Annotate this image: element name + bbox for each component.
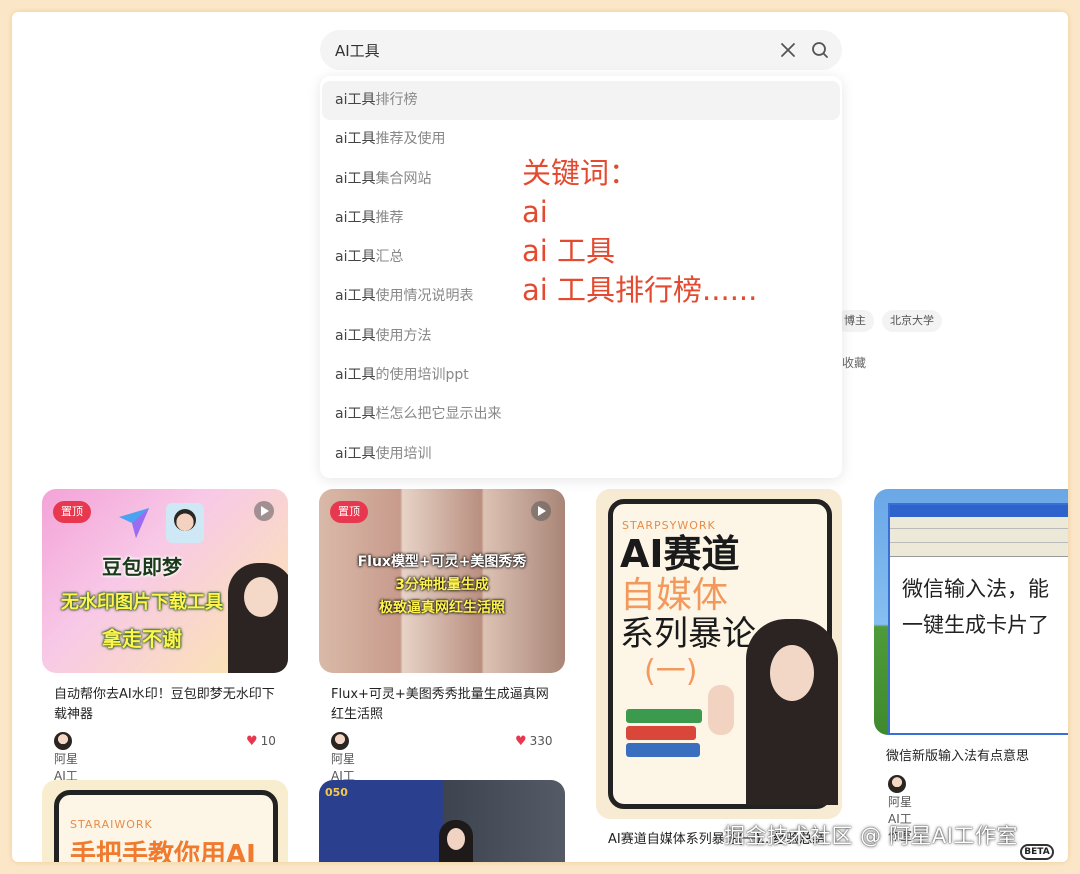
- suggestion-rest: 推荐及使用: [375, 131, 446, 148]
- cover-text: 无水印图片下载工具: [61, 592, 223, 613]
- favorites-label[interactable]: 收藏: [842, 354, 866, 371]
- annotation-line: ai 工具: [522, 234, 616, 268]
- cover-text: 050: [325, 786, 348, 799]
- suggestion-prefix: ai工具: [335, 288, 376, 305]
- like-count[interactable]: ♥ 10: [246, 734, 276, 749]
- suggestion-rest: 集合网站: [375, 170, 432, 187]
- avatar-sticker: [166, 503, 204, 543]
- person-photo: [439, 820, 473, 862]
- suggestion-item[interactable]: ai工具排行榜: [322, 81, 840, 121]
- video-icon: [254, 501, 274, 521]
- suggestion-rest: 汇总: [375, 249, 404, 266]
- suggestion-prefix: ai工具: [335, 367, 376, 384]
- beta-badge: BETA: [1020, 844, 1054, 860]
- search-input[interactable]: AI工具: [320, 30, 842, 70]
- person-photo: [228, 563, 288, 673]
- suggestion-prefix: ai工具: [335, 327, 376, 344]
- cover-text: STARAIWORK: [70, 818, 153, 831]
- close-icon[interactable]: [778, 40, 798, 60]
- card-cover[interactable]: 050: [319, 780, 565, 862]
- cover-text: 3分钟批量生成: [395, 577, 489, 593]
- cover-text: Flux模型+可灵+美图秀秀: [357, 554, 527, 570]
- suggestion-item[interactable]: ai工具的使用培训ppt: [322, 356, 840, 395]
- suggestion-prefix: ai工具: [335, 406, 376, 423]
- search-query[interactable]: AI工具: [335, 40, 380, 61]
- annotation-line: ai: [522, 195, 548, 229]
- cover-text: 手把手教你用AI: [70, 840, 256, 862]
- suggestion-rest: 排行榜: [375, 92, 418, 108]
- heart-icon: ♥: [246, 734, 258, 749]
- cover-text: (一): [644, 654, 698, 689]
- suggestion-rest: 栏怎么把它显示出来: [375, 406, 502, 423]
- tag-peking-university[interactable]: 北京大学: [882, 310, 942, 332]
- cover-text: 极致逼真网红生活照: [379, 600, 505, 616]
- card-cover[interactable]: 微信输入法，能 一键生成卡片了: [874, 489, 1068, 735]
- like-count[interactable]: ♥ 330: [515, 734, 553, 749]
- card-cover[interactable]: STARPSYWORK AI赛道 自媒体 系列暴论 (一): [596, 489, 842, 819]
- card-cover[interactable]: 置顶 Flux模型+可灵+美图秀秀 3分钟批量生成 极致逼真网红生活照: [319, 489, 565, 673]
- likes-value: 10: [260, 734, 276, 748]
- pinned-badge: 置顶: [53, 501, 91, 523]
- video-icon: [531, 501, 551, 521]
- suggestion-prefix: ai工具: [335, 131, 376, 148]
- cover-text: 微信输入法，能: [902, 577, 1049, 601]
- cover-text: 拿走不谢: [102, 627, 182, 651]
- suggestion-rest: 使用培训: [375, 445, 432, 462]
- suggestion-item[interactable]: ai工具使用培训: [322, 435, 840, 474]
- suggestion-item[interactable]: ai工具栏怎么把它显示出来: [322, 395, 840, 434]
- avatar: [888, 775, 906, 793]
- search-icon[interactable]: [810, 40, 830, 60]
- books-illustration: [626, 709, 702, 761]
- app-logo-icon: [119, 508, 149, 538]
- card-cover[interactable]: 置顶 豆包即梦 无水印图片下载工具 拿走不谢: [42, 489, 288, 673]
- suggestion-prefix: ai工具: [335, 170, 376, 187]
- suggestion-rest: 推荐: [375, 209, 404, 226]
- avatar: [54, 732, 72, 750]
- card-title[interactable]: 微信新版输入法有点意思: [886, 747, 1066, 767]
- suggestion-prefix: ai工具: [335, 92, 376, 108]
- pinned-badge: 置顶: [330, 501, 368, 523]
- window-screenshot: 微信输入法，能 一键生成卡片了: [888, 503, 1068, 735]
- cover-text: 一键生成卡片了: [902, 613, 1049, 637]
- page-frame: AI工具 博主 北京大学 收藏 置顶 豆包即梦 无水印图片下载工具 拿走不谢 自…: [12, 12, 1068, 862]
- keyword-annotation: 关键词： ai ai 工具 ai 工具排行榜......: [508, 148, 770, 320]
- card-title[interactable]: 自动帮你去AI水印！豆包即梦无水印下载神器: [54, 685, 284, 725]
- cover-text: 豆包即梦: [102, 555, 182, 579]
- suggestion-rest: 的使用培训ppt: [375, 367, 469, 384]
- suggestion-prefix: ai工具: [335, 209, 376, 226]
- card-title[interactable]: Flux+可灵+美图秀秀批量生成逼真网红生活照: [331, 685, 561, 725]
- card-cover[interactable]: STARAIWORK 手把手教你用AI: [42, 780, 288, 862]
- person-photo: [746, 619, 838, 805]
- cover-text: 系列暴论: [620, 614, 756, 654]
- annotation-line: 关键词：: [522, 156, 639, 190]
- cover-text: STARPSYWORK: [622, 519, 716, 532]
- watermark: 掘金技术社区 @ 阿星AI工作室: [724, 824, 1018, 848]
- cover-text: 自媒体: [620, 575, 729, 616]
- suggestion-item[interactable]: ai工具使用方法: [322, 317, 840, 356]
- likes-value: 330: [529, 734, 553, 748]
- suggestion-rest: 使用情况说明表: [375, 288, 474, 305]
- cover-text: AI赛道: [620, 532, 740, 576]
- avatar: [331, 732, 349, 750]
- annotation-line: ai 工具排行榜......: [522, 273, 758, 307]
- hand-photo: [708, 685, 734, 735]
- suggestion-rest: 使用方法: [375, 327, 432, 344]
- suggestion-prefix: ai工具: [335, 445, 376, 462]
- suggestion-prefix: ai工具: [335, 249, 376, 266]
- heart-icon: ♥: [515, 734, 527, 749]
